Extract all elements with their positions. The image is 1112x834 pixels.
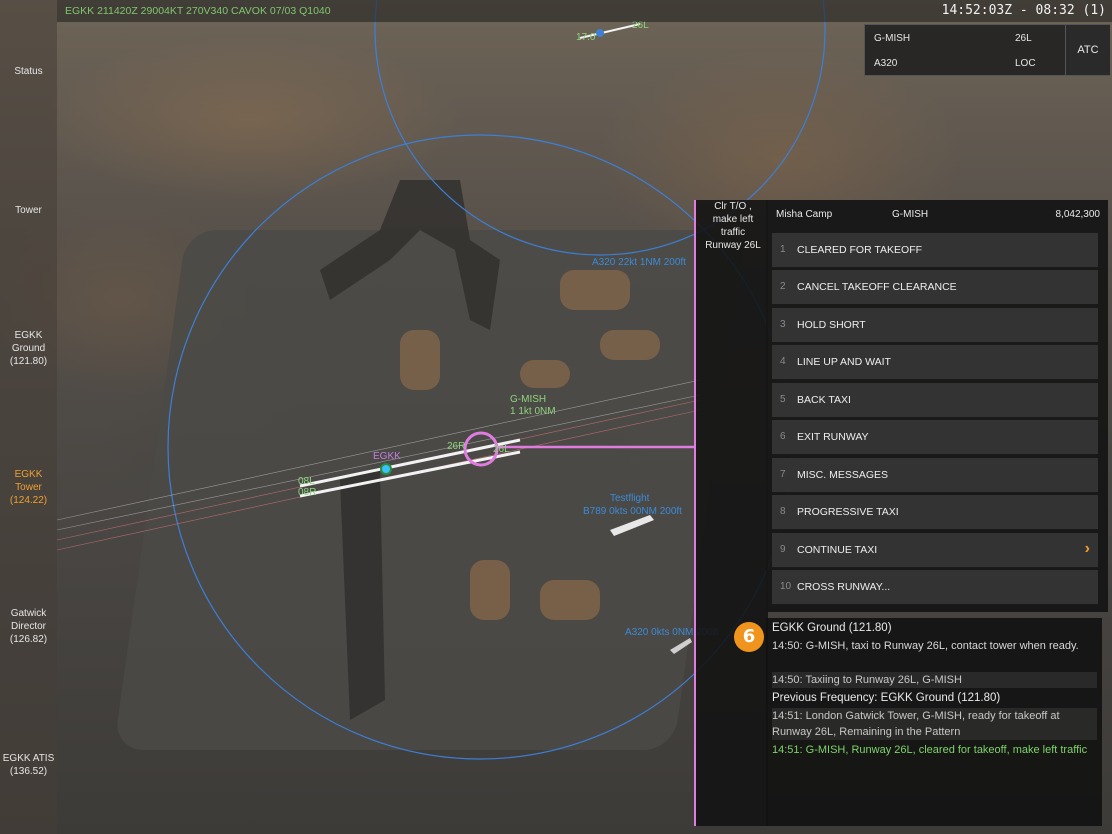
pilot-name: Misha Camp [776,209,833,220]
rail-item-label: Gatwick Director (126.82) [9,608,48,645]
command-label: PROGRESSIVE TAXI [797,506,899,518]
command-label: BACK TAXI [797,394,851,406]
metar-text: EGKK 211420Z 29004KT 270V340 CAVOK 07/03… [65,5,331,17]
airport-marker [380,463,392,475]
top-bar: EGKK 211420Z 29004KT 270V340 CAVOK 07/03… [57,0,1112,22]
runway-08R-26L [299,450,521,498]
traffic-label-1-info: B789 0kts 00NM 200ft [583,506,682,517]
info-mode: LOC [1015,58,1036,69]
frequency-rail: Status Tower EGKK Ground (121.80) EGKK T… [0,0,57,834]
selected-aircraft-panel[interactable]: G-MISH 26L A320 LOC ATC [864,24,1110,76]
rail-item-egkk-atis[interactable]: EGKK ATIS (136.52) [0,752,57,778]
log-message: 14:51: London Gatwick Tower, G-MISH, rea… [772,708,1097,740]
command-cancel-takeoff[interactable]: 2 CANCEL TAKEOFF CLEARANCE [772,270,1098,305]
log-message-latest: 14:51: G-MISH, Runway 26L, cleared for t… [772,744,1088,756]
rail-item-gatwick-director[interactable]: Gatwick Director (126.82) [0,607,57,646]
command-label: CROSS RUNWAY... [797,581,891,593]
top-traffic-label: 17.0 [576,32,596,43]
command-cleared-for-takeoff[interactable]: 1 CLEARED FOR TAKEOFF [772,233,1098,268]
command-exit-runway[interactable]: 6 EXIT RUNWAY [772,420,1098,455]
log-frequency-header: EGKK Ground (121.80) [772,622,892,634]
rail-item-label: Tower [15,205,42,216]
command-cross-runway[interactable]: 10 CROSS RUNWAY... [772,570,1098,605]
command-label: CONTINUE TAXI [797,544,878,556]
command-line-up-and-wait[interactable]: 4 LINE UP AND WAIT [772,345,1098,380]
traffic-aircraft-2 [670,638,692,654]
atc-command-menu: Misha Camp G-MISH 8,042,300 1 CLEARED FO… [766,200,1108,612]
command-label: EXIT RUNWAY [797,431,869,443]
info-callsign: G-MISH [874,33,911,44]
command-number: 4 [780,356,786,367]
runway-label-26L: 26L [493,444,510,455]
rail-item-label: EGKK Ground (121.80) [9,330,48,367]
traffic-dot-top [596,29,604,37]
command-continue-taxi[interactable]: 9 CONTINUE TAXI › [772,533,1098,568]
airport-label: EGKK [373,451,401,462]
runway-label-08L: 08L [298,476,315,487]
command-label: LINE UP AND WAIT [797,356,891,368]
rail-item-egkk-ground[interactable]: EGKK Ground (121.80) [0,329,57,368]
command-number: 8 [780,506,786,517]
sim-clock: 14:52:03Z - 08:32 (1) [941,3,1106,18]
traffic-aircraft-1 [610,515,654,536]
atc-button[interactable]: ATC [1065,25,1110,75]
rail-item-label: EGKK ATIS (136.52) [2,753,55,777]
command-number: 6 [780,431,786,442]
aircraft-label[interactable]: G-MISH [510,394,546,405]
runway-label-26R: 26R [447,441,466,452]
command-label: CANCEL TAKEOFF CLEARANCE [797,281,957,293]
rail-item-egkk-tower[interactable]: EGKK Tower (124.22) [0,468,57,507]
traffic-label-1[interactable]: Testflight [610,493,649,504]
command-misc-messages[interactable]: 7 MISC. MESSAGES [772,458,1098,493]
rail-item-tower[interactable]: Tower [0,204,57,217]
command-number: 10 [780,581,792,592]
command-number: 2 [780,281,786,292]
terminal-building [320,180,500,330]
traffic-label-2[interactable]: A320 22kt 1NM 200ft [592,257,686,268]
rail-item-status[interactable]: Status [0,65,57,78]
aircraft-sublabel: 1 1kt 0NM [510,406,556,417]
info-runway: 26L [1015,33,1032,44]
command-number: 5 [780,394,786,405]
score: 8,042,300 [1055,209,1101,220]
command-label: HOLD SHORT [797,319,866,331]
command-back-taxi[interactable]: 5 BACK TAXI [772,383,1098,418]
clearance-text: Clr T/O , make left traffic Runway 26L [705,201,761,251]
log-message: 14:50: Taxiing to Runway 26L, G-MISH [772,672,1097,688]
command-number: 9 [780,544,786,555]
unread-count-badge: 6 [734,622,764,652]
command-number: 3 [780,319,786,330]
info-aircraft-type: A320 [874,58,898,69]
runway-label-08R: 08R [298,487,317,498]
command-number: 1 [780,244,786,255]
chevron-right-icon: › [1084,540,1090,557]
command-progressive-taxi[interactable]: 8 PROGRESSIVE TAXI [772,495,1098,530]
log-message: 14:50: G-MISH, taxi to Runway 26L, conta… [772,640,1079,652]
rail-item-label: EGKK Tower (124.22) [9,469,48,506]
command-header: Misha Camp G-MISH 8,042,300 [766,200,1108,228]
rail-item-label: Status [14,66,43,77]
clearance-strip: Clr T/O , make left traffic Runway 26L [694,200,768,826]
command-label: MISC. MESSAGES [797,469,889,481]
command-number: 7 [780,469,786,480]
radio-message-log[interactable]: EGKK Ground (121.80) 14:50: G-MISH, taxi… [766,618,1102,826]
command-callsign: G-MISH [892,209,929,220]
terminal-building-south [340,470,385,720]
log-frequency-header: Previous Frequency: EGKK Ground (121.80) [772,692,1001,704]
command-hold-short[interactable]: 3 HOLD SHORT [772,308,1098,343]
command-label: CLEARED FOR TAKEOFF [797,244,923,256]
